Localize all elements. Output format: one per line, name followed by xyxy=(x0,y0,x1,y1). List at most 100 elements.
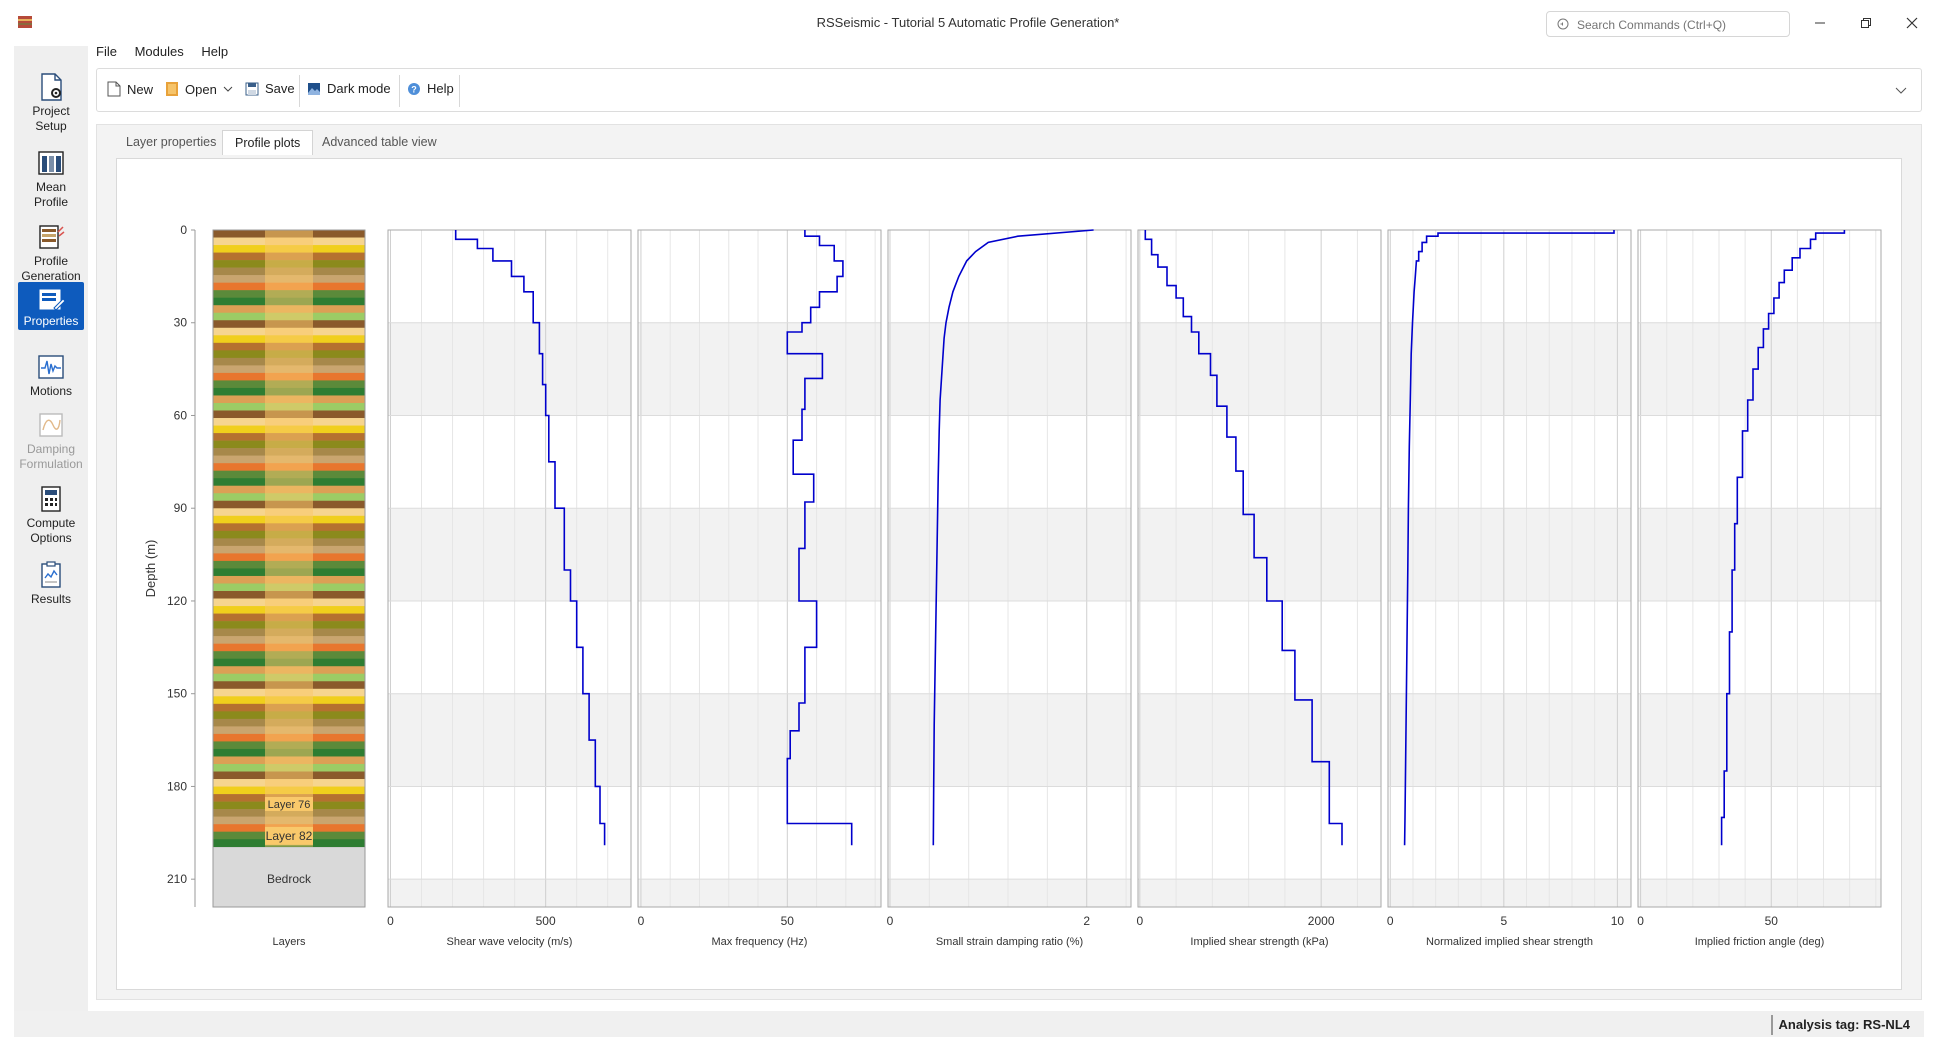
sidebar-item-label: Compute xyxy=(26,516,76,530)
x-tick-label: 5 xyxy=(1500,914,1507,928)
status-bar: Analysis tag: RS-NL4 xyxy=(14,1011,1924,1037)
sidebar-item-label: Profile xyxy=(33,254,68,268)
sidebar-item-label: Formulation xyxy=(19,457,83,471)
sidebar-item-properties[interactable]: Properties xyxy=(18,282,84,330)
grid-band xyxy=(1138,879,1381,907)
sidebar-item-compute-options[interactable]: Compute Options xyxy=(18,484,84,550)
grid-band xyxy=(1638,322,1881,416)
expand-toolbar-chevron-icon[interactable] xyxy=(1895,87,1907,95)
depth-tick-label: 30 xyxy=(174,316,188,330)
grid-band xyxy=(888,322,1131,416)
depth-tick-label: 0 xyxy=(180,223,187,237)
layers-axis-label: Layers xyxy=(272,936,306,948)
grid-band xyxy=(638,322,881,416)
x-tick-label: 50 xyxy=(781,914,795,928)
grid-band xyxy=(388,879,631,907)
depth-tick-label: 60 xyxy=(174,408,188,422)
sidebar-item-damping-formulation: Damping Formulation xyxy=(18,410,84,476)
save-button[interactable]: Save xyxy=(245,81,295,96)
menu-file[interactable]: File xyxy=(96,44,117,59)
grid-band xyxy=(388,322,631,416)
depth-axis-label: Depth (m) xyxy=(143,540,158,598)
profile-generation-icon xyxy=(39,225,65,249)
search-input[interactable] xyxy=(1575,15,1784,35)
sidebar-item-profile-generation[interactable]: Profile Generation xyxy=(18,222,84,288)
dark-mode-label: Dark mode xyxy=(327,81,391,96)
minimize-button[interactable] xyxy=(1800,10,1840,36)
sidebar-item-results[interactable]: Results xyxy=(18,560,84,610)
grid-band xyxy=(888,508,1131,601)
x-tick-label: 0 xyxy=(638,914,645,928)
menu-modules[interactable]: Modules xyxy=(135,44,184,59)
new-file-icon xyxy=(107,81,121,97)
sidebar-item-mean-profile[interactable]: Mean Profile xyxy=(18,148,84,214)
new-label: New xyxy=(127,81,154,97)
x-tick-label: 0 xyxy=(387,914,394,928)
tab-layer-properties[interactable]: Layer properties xyxy=(114,130,228,154)
grid-band xyxy=(1638,693,1881,787)
x-tick-label: 0 xyxy=(1637,914,1644,928)
close-button[interactable] xyxy=(1892,10,1932,36)
restore-button[interactable] xyxy=(1846,10,1886,36)
sidebar-item-label: Properties xyxy=(23,314,79,328)
analysis-tag: Analysis tag: RS-NL4 xyxy=(1770,1015,1910,1035)
grid-band xyxy=(1138,322,1381,416)
sidebar-item-label: Profile xyxy=(33,195,68,209)
x-tick-label: 50 xyxy=(1765,914,1779,928)
module-sidebar: Project Setup Mean Profile Profile Gener… xyxy=(14,46,88,1011)
help-button[interactable]: ? Help xyxy=(407,81,454,96)
x-tick-label: 0 xyxy=(1387,914,1394,928)
mean-profile-icon xyxy=(38,151,64,175)
depth-tick-label: 90 xyxy=(174,501,188,515)
x-axis-label: Max frequency (Hz) xyxy=(712,936,808,948)
x-tick-label: 500 xyxy=(536,914,556,928)
dark-mode-button[interactable]: Dark mode xyxy=(307,81,391,96)
help-label: Help xyxy=(427,81,454,96)
menu-help[interactable]: Help xyxy=(201,44,228,59)
open-button[interactable]: Open xyxy=(165,81,233,97)
profile-plots-chart: 0306090120150180210Depth (m)Layer 76Laye… xyxy=(143,223,1882,948)
new-button[interactable]: New xyxy=(107,81,153,97)
sidebar-item-label: Setup xyxy=(35,119,67,133)
profile-plots-card: 0 30 60 90 120 150 180 210 Depth (m) Layer 76 Laye… xyxy=(116,158,1902,990)
minimize-icon xyxy=(1815,22,1825,24)
search-box[interactable] xyxy=(1546,11,1790,37)
depth-tick-label: 120 xyxy=(167,594,187,608)
svg-text:?: ? xyxy=(411,84,417,94)
toolbar: New Open Save Dark mode ? Help xyxy=(96,68,1922,112)
grid-band xyxy=(888,879,1131,907)
x-axis-label: Small strain damping ratio (%) xyxy=(936,936,1083,948)
toolbar-separator xyxy=(399,75,400,107)
grid-band xyxy=(1138,693,1381,787)
tab-profile-plots[interactable]: Profile plots xyxy=(222,130,314,155)
layer-label-strip xyxy=(265,230,313,847)
x-tick-label: 0 xyxy=(1136,914,1143,928)
x-tick-label: 0 xyxy=(887,914,894,928)
layer-label: Layer 82 xyxy=(266,829,313,843)
save-icon xyxy=(245,82,259,95)
sidebar-item-label: Options xyxy=(30,531,72,545)
toolbar-separator xyxy=(459,75,460,107)
x-axis-label: Implied friction angle (deg) xyxy=(1695,936,1825,948)
sidebar-item-project-setup[interactable]: Project Setup xyxy=(18,72,84,138)
x-axis-label: Normalized implied shear strength xyxy=(1426,936,1593,948)
sidebar-item-motions[interactable]: Motions xyxy=(18,352,84,402)
damping-formulation-icon xyxy=(39,413,63,437)
x-tick-label: 10 xyxy=(1611,914,1625,928)
grid-band xyxy=(1638,508,1881,601)
close-icon xyxy=(1906,17,1918,29)
menu-bar: File Modules Help xyxy=(96,44,242,64)
help-icon: ? xyxy=(408,82,420,95)
sidebar-item-label: Motions xyxy=(29,384,73,398)
sidebar-item-label: Damping xyxy=(26,442,76,456)
grid-band xyxy=(1138,508,1381,601)
x-axis-label: Implied shear strength (kPa) xyxy=(1190,936,1328,948)
toolbar-separator xyxy=(299,75,300,107)
dark-mode-icon xyxy=(308,82,320,95)
search-icon xyxy=(1557,18,1569,30)
x-tick-label: 2 xyxy=(1083,914,1090,928)
results-icon xyxy=(41,561,61,588)
grid-band xyxy=(1638,879,1881,907)
tab-advanced-table-view[interactable]: Advanced table view xyxy=(310,130,449,154)
properties-icon xyxy=(39,289,66,311)
